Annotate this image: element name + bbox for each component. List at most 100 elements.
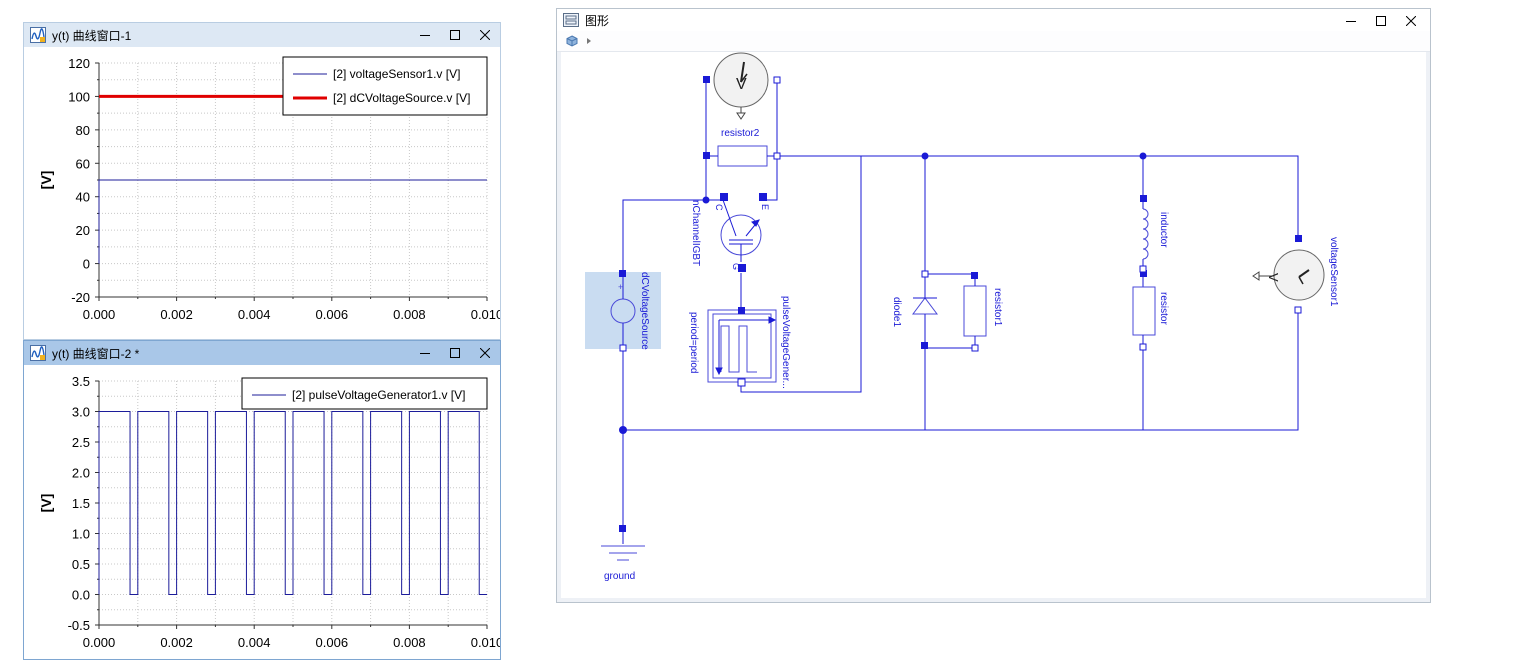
igbt-component[interactable] [720, 199, 762, 262]
label-resistor2: resistor2 [721, 128, 760, 139]
y-tick-label: 80 [76, 123, 90, 138]
plot-window-2-titlebar[interactable]: y(t) 曲线窗口-2 * [24, 341, 500, 365]
legend-label: [2] pulseVoltageGenerator1.v [V] [292, 388, 465, 402]
diagram-window: 图形 + resistor2 V V C E G nChannelIGBT dC… [556, 8, 1431, 603]
label-resistor: resistor [1158, 292, 1169, 325]
close-icon [1406, 16, 1416, 26]
maximize-button[interactable] [440, 23, 470, 47]
label-period: period=period [688, 312, 699, 373]
diagram-window-title: 图形 [585, 13, 610, 28]
label-voltmeter-symbol-right: V [1266, 273, 1281, 282]
x-tick-label: 0.002 [160, 635, 193, 650]
ground-component[interactable] [601, 545, 645, 561]
y-tick-label: 3.5 [72, 374, 90, 389]
label-igbt-e: E [760, 204, 770, 210]
y-tick-label: -0.5 [68, 618, 90, 633]
label-pulse-voltage-generator: pulseVoltageGener... [780, 296, 791, 389]
resistor2-component[interactable] [706, 145, 777, 167]
minimize-icon [1346, 21, 1356, 22]
x-tick-label: 0.004 [238, 635, 271, 650]
close-icon [480, 348, 490, 358]
close-button[interactable] [1396, 9, 1426, 33]
y-tick-label: 1.5 [72, 496, 90, 511]
y-tick-label: 0.0 [72, 588, 90, 603]
label-voltage-sensor1: voltageSensor1 [1328, 237, 1339, 307]
breadcrumb-bar [557, 31, 1430, 52]
y-tick-label: 100 [68, 89, 90, 104]
x-tick-label: 0.002 [160, 307, 193, 322]
diagram-canvas[interactable]: + resistor2 V V C E G nChannelIGBT dCVol… [561, 52, 1426, 598]
x-tick-label: 0.006 [316, 307, 349, 322]
x-tick-label: 0.010 [471, 635, 500, 650]
plot-2-chart[interactable]: 3.5 3.0 2.5 2.0 1.5 1.0 0.5 0.0 -0.5 0.000 0.002 0.… [24, 365, 500, 659]
minimize-icon [420, 35, 430, 36]
y-tick-label: 120 [68, 56, 90, 71]
label-voltmeter-symbol: V [736, 76, 747, 93]
label-igbt-g: G [731, 263, 741, 270]
legend-label: [2] voltageSensor1.v [V] [333, 67, 460, 81]
x-tick-label: 0.000 [83, 307, 116, 322]
resistor-component[interactable] [1132, 286, 1156, 348]
plot-window-1: y(t) 曲线窗口-1 120 100 80 60 40 20 0 -20 0.000 0.002… [23, 22, 501, 340]
plot-window-2: y(t) 曲线窗口-2 * 3.5 3.0 2.5 2.0 1.5 1.0 0.5 0.0 -0… [23, 340, 501, 660]
x-tick-label: 0.010 [471, 307, 500, 322]
diagram-app-icon [563, 13, 579, 27]
circuit-diagram[interactable]: + resistor2 V V C E G nChannelIGBT dCVol… [561, 52, 1428, 600]
series-pulsevoltagegenerator1 [98, 411, 487, 595]
y-tick-label: 1.0 [72, 527, 90, 542]
y-tick-label: 60 [76, 156, 90, 171]
plot-app-icon [30, 27, 46, 43]
model-cube-icon[interactable] [566, 35, 578, 47]
y-tick-label: 0.5 [72, 557, 90, 572]
minimize-button[interactable] [410, 341, 440, 365]
x-tick-label: 0.004 [238, 307, 271, 322]
legend-box [282, 56, 488, 116]
y-tick-label: -20 [71, 290, 90, 305]
x-tick-label: 0.008 [393, 635, 426, 650]
y-tick-label: 2.5 [72, 435, 90, 450]
y-tick-label: 20 [76, 223, 90, 238]
x-tick-label: 0.000 [83, 635, 116, 650]
y-tick-label: 3.0 [72, 405, 90, 420]
legend-label: [2] dCVoltageSource.v [V] [333, 91, 470, 105]
y-axis-label: [V] [38, 494, 54, 513]
close-button[interactable] [470, 23, 500, 47]
plot-window-1-title: y(t) 曲线窗口-1 [52, 28, 132, 43]
label-igbt-c: C [714, 204, 724, 211]
minimize-button[interactable] [410, 23, 440, 47]
diagram-window-titlebar[interactable]: 图形 [557, 9, 1430, 31]
close-icon [480, 30, 490, 40]
hollow-connectors [619, 76, 1302, 387]
plot-window-2-title: y(t) 曲线窗口-2 * [52, 346, 140, 361]
y-tick-label: 0 [83, 257, 90, 272]
maximize-button[interactable] [440, 341, 470, 365]
label-diode1: diode1 [891, 297, 902, 327]
connectors [619, 76, 1302, 532]
x-tick-label: 0.008 [393, 307, 426, 322]
minimize-button[interactable] [1336, 9, 1366, 33]
plot-1-chart[interactable]: 120 100 80 60 40 20 0 -20 0.000 0.002 0.004 0.006 0.… [24, 47, 500, 339]
label-dc-voltage-source: dCVoltageSource [639, 272, 650, 350]
pulse-generator-component[interactable] [707, 309, 777, 383]
label-resistor1: resistor1 [992, 288, 1003, 327]
wires [622, 79, 1299, 544]
maximize-button[interactable] [1366, 9, 1396, 33]
y-tick-label: 40 [76, 190, 90, 205]
voltage-sensor1-component[interactable] [1252, 249, 1325, 301]
y-axis-label: [V] [38, 171, 54, 190]
minimize-icon [420, 353, 430, 354]
x-tick-label: 0.006 [316, 635, 349, 650]
maximize-icon [450, 30, 460, 40]
plot-app-icon [30, 345, 46, 361]
inductor-component[interactable] [1142, 199, 1149, 269]
plot-window-1-titlebar[interactable]: y(t) 曲线窗口-1 [24, 23, 500, 47]
breadcrumb-arrow-icon[interactable] [585, 37, 593, 45]
maximize-icon [1376, 16, 1386, 26]
svg-text:+: + [618, 282, 623, 292]
diode1-component[interactable] [912, 274, 938, 348]
y-tick-label: 2.0 [72, 466, 90, 481]
maximize-icon [450, 348, 460, 358]
label-inductor: inductor [1158, 212, 1169, 248]
close-button[interactable] [470, 341, 500, 365]
label-nchannel-igbt: nChannelIGBT [690, 200, 701, 266]
